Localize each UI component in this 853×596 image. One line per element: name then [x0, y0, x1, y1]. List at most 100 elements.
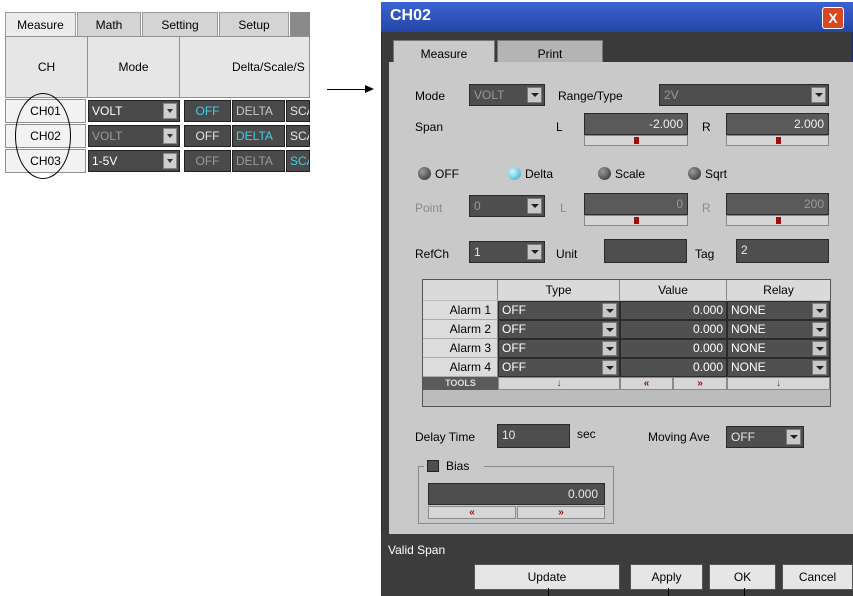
span-r-value[interactable]: 2.000: [726, 113, 829, 135]
alarm-value-input[interactable]: 0.000: [620, 358, 727, 377]
double-left-icon[interactable]: «: [428, 506, 516, 519]
alarm-type-select[interactable]: OFF: [498, 358, 620, 377]
radio-off[interactable]: [418, 167, 431, 180]
alarm-relay-select[interactable]: NONE: [727, 339, 830, 358]
update-button[interactable]: Update: [474, 564, 620, 590]
unit-input[interactable]: [604, 239, 687, 263]
span-l-slider[interactable]: [584, 135, 688, 146]
mode-value: VOLT: [474, 88, 505, 102]
moving-ave-select[interactable]: OFF: [726, 426, 804, 448]
mode-select[interactable]: VOLT: [88, 100, 180, 122]
delta-button[interactable]: DELTA: [232, 125, 285, 147]
left-tab-setup[interactable]: Setup: [219, 12, 289, 36]
chevron-down-icon[interactable]: [602, 303, 617, 318]
radio-delta[interactable]: [508, 167, 521, 180]
delta-button[interactable]: DELTA: [232, 150, 285, 172]
header-delta-scale: Delta/Scale/S: [232, 60, 305, 74]
alarm-relay-select[interactable]: NONE: [727, 320, 830, 339]
point-l-slider[interactable]: [584, 215, 688, 226]
alarm-label: Alarm 1: [423, 301, 498, 320]
chevron-down-icon[interactable]: [602, 360, 617, 375]
alarm-relay-select[interactable]: NONE: [727, 301, 830, 320]
off-button[interactable]: OFF: [184, 125, 231, 147]
alarm-value-input[interactable]: 0.000: [620, 320, 727, 339]
alarm-type-value: OFF: [502, 303, 526, 317]
chevron-down-icon[interactable]: [602, 341, 617, 356]
chevron-down-icon[interactable]: [163, 128, 177, 144]
chevron-down-icon[interactable]: [602, 322, 617, 337]
left-tab-math[interactable]: Math: [77, 12, 141, 36]
refch-label: RefCh: [415, 247, 450, 261]
scale-button[interactable]: SCA: [286, 150, 310, 172]
double-right-icon[interactable]: »: [673, 377, 727, 390]
alarm-header-relay: Relay: [727, 280, 830, 300]
scale-button[interactable]: SCA: [286, 125, 310, 147]
span-l-input[interactable]: -2.000: [584, 113, 688, 147]
arrow-down-icon[interactable]: ↓: [727, 377, 830, 390]
bias-label: Bias: [446, 459, 470, 473]
left-tab-measure[interactable]: Measure: [5, 12, 76, 37]
chevron-down-icon[interactable]: [163, 153, 177, 169]
callout-stem: [548, 588, 549, 596]
chevron-down-icon[interactable]: [527, 198, 542, 214]
radio-scale[interactable]: [598, 167, 611, 180]
chevron-down-icon[interactable]: [786, 429, 801, 445]
close-icon[interactable]: X: [822, 7, 844, 29]
span-l-value[interactable]: -2.000: [584, 113, 688, 135]
point-r-input[interactable]: 200: [726, 193, 829, 227]
delta-button[interactable]: DELTA: [232, 100, 285, 122]
unit-label: Unit: [556, 247, 578, 261]
point-l-value[interactable]: 0: [584, 193, 688, 215]
alarm-value-input[interactable]: 0.000: [620, 339, 727, 358]
scale-button[interactable]: SCA: [286, 100, 310, 122]
mode-select[interactable]: VOLT: [469, 84, 545, 106]
arrow-down-icon[interactable]: ↓: [498, 377, 620, 390]
alarm-label: Alarm 2: [423, 320, 498, 339]
chevron-down-icon[interactable]: [163, 103, 177, 119]
ok-button[interactable]: OK: [709, 564, 776, 590]
point-r-value[interactable]: 200: [726, 193, 829, 215]
apply-button[interactable]: Apply: [630, 564, 703, 590]
alarm-type-select[interactable]: OFF: [498, 339, 620, 358]
off-button[interactable]: OFF: [184, 100, 231, 122]
double-right-icon[interactable]: »: [517, 506, 605, 519]
chevron-down-icon[interactable]: [527, 244, 542, 260]
bias-checkbox[interactable]: [427, 460, 439, 472]
alarm-relay-value: NONE: [731, 360, 766, 374]
chevron-down-icon[interactable]: [812, 360, 827, 375]
chevron-down-icon[interactable]: [811, 87, 826, 103]
refch-select[interactable]: 1: [469, 241, 545, 263]
chevron-down-icon[interactable]: [812, 341, 827, 356]
moving-ave-value: OFF: [731, 430, 755, 444]
delay-time-input[interactable]: 10: [497, 424, 570, 448]
tools-row: TOOLS ↓ « » ↓: [423, 377, 830, 390]
tag-input[interactable]: 2: [736, 239, 829, 263]
tools-button[interactable]: TOOLS: [423, 377, 498, 390]
bias-input[interactable]: 0.000: [428, 483, 605, 505]
mode-select[interactable]: VOLT: [88, 125, 180, 147]
header-ch: CH: [6, 37, 88, 97]
range-type-select[interactable]: 2V: [659, 84, 829, 106]
alarm-value-input[interactable]: 0.000: [620, 301, 727, 320]
point-r-slider[interactable]: [726, 215, 829, 226]
status-text: Valid Span: [388, 543, 446, 557]
chevron-down-icon[interactable]: [812, 322, 827, 337]
mode-select[interactable]: 1-5V: [88, 150, 180, 172]
radio-sqrt[interactable]: [688, 167, 701, 180]
double-left-icon[interactable]: «: [620, 377, 673, 390]
left-tab-setting[interactable]: Setting: [142, 12, 218, 36]
point-value: 0: [474, 199, 481, 213]
mode-label: Mode: [415, 89, 446, 103]
chevron-down-icon[interactable]: [812, 303, 827, 318]
alarm-type-select[interactable]: OFF: [498, 320, 620, 339]
alarm-relay-select[interactable]: NONE: [727, 358, 830, 377]
alarm-type-select[interactable]: OFF: [498, 301, 620, 320]
alarm-type-value: OFF: [502, 322, 526, 336]
point-select[interactable]: 0: [469, 195, 545, 217]
cancel-button[interactable]: Cancel: [782, 564, 853, 590]
chevron-down-icon[interactable]: [527, 87, 542, 103]
point-l-input[interactable]: 0: [584, 193, 688, 227]
span-r-input[interactable]: 2.000: [726, 113, 829, 147]
span-r-slider[interactable]: [726, 135, 829, 146]
off-button[interactable]: OFF: [184, 150, 231, 172]
